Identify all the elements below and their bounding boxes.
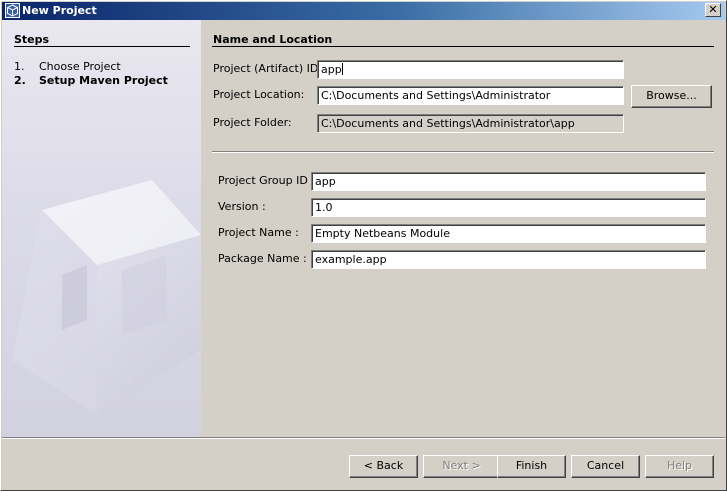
cancel-button[interactable]: Cancel: [571, 455, 640, 478]
finish-button[interactable]: Finish: [497, 455, 566, 478]
netbeans-cube-icon: [5, 3, 20, 18]
back-button[interactable]: < Back: [349, 455, 418, 478]
project-name-input[interactable]: Empty Netbeans Module: [311, 224, 706, 243]
browse-button[interactable]: Browse...: [631, 85, 712, 108]
group-id-input[interactable]: app: [311, 172, 706, 191]
package-name-label: Package Name :: [218, 252, 307, 265]
project-location-label: Project Location:: [213, 88, 305, 101]
help-button[interactable]: Help: [645, 455, 714, 478]
artifact-id-input[interactable]: app: [317, 60, 624, 79]
version-label: Version :: [218, 200, 266, 213]
fields-separator: [212, 151, 714, 153]
step-number: 2.: [14, 74, 26, 87]
section-divider: [212, 46, 714, 47]
close-button[interactable]: ✕: [705, 3, 721, 17]
window-title: New Project: [22, 4, 97, 17]
steps-title: Steps: [14, 33, 50, 46]
project-location-input[interactable]: C:\Documents and Settings\Administrator: [317, 86, 624, 105]
group-id-label: Project Group ID :: [218, 174, 316, 187]
artifact-id-label: Project (Artifact) ID:: [213, 62, 323, 75]
project-folder-field: C:\Documents and Settings\Administrator\…: [317, 114, 624, 133]
title-bar[interactable]: New Project ✕: [2, 2, 725, 20]
steps-divider: [14, 46, 190, 47]
footer-separator: [2, 437, 725, 439]
version-input[interactable]: 1.0: [311, 198, 706, 217]
project-folder-label: Project Folder:: [213, 116, 292, 129]
artifact-id-value: app: [321, 63, 342, 76]
step-number: 1.: [14, 60, 25, 73]
next-button[interactable]: Next >: [423, 455, 500, 478]
project-name-label: Project Name :: [218, 226, 299, 239]
step-choose-project: Choose Project: [39, 60, 121, 73]
step-setup-maven-project: Setup Maven Project: [39, 74, 168, 87]
text-caret: [341, 63, 343, 75]
section-title: Name and Location: [213, 33, 333, 46]
package-name-input[interactable]: example.app: [311, 250, 706, 269]
close-icon: ✕: [708, 3, 718, 16]
